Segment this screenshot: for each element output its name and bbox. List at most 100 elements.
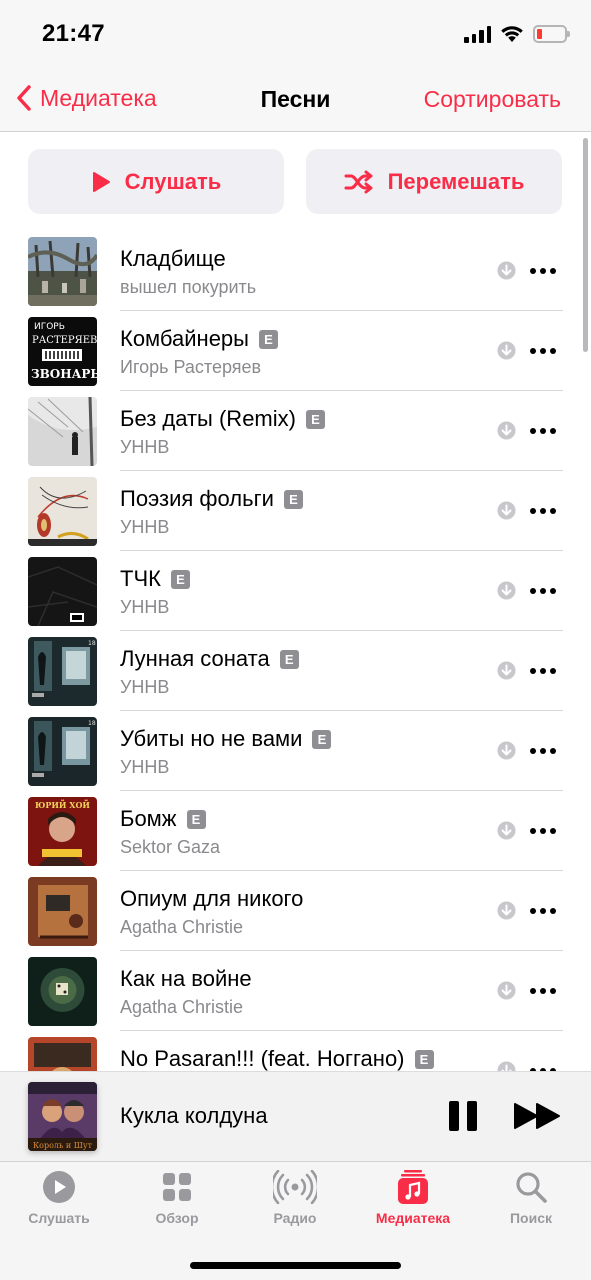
song-artist: Agatha Christie xyxy=(120,997,244,1017)
download-icon[interactable] xyxy=(497,581,516,600)
download-icon[interactable] xyxy=(497,1061,516,1071)
song-title: Опиум для никого xyxy=(120,886,304,911)
play-all-label: Слушать xyxy=(124,168,222,194)
download-icon[interactable] xyxy=(497,501,516,520)
more-options-icon[interactable] xyxy=(529,661,557,681)
album-artwork xyxy=(28,477,97,546)
album-artwork: ИГОРЬ РАСТЕРЯЕВ ЗВОНАРЬ xyxy=(28,317,97,386)
song-title-line: ТЧК E xyxy=(120,565,190,593)
song-artist: УННВ xyxy=(120,517,170,537)
explicit-badge: E xyxy=(279,649,299,669)
play-icon xyxy=(92,171,110,192)
more-options-icon[interactable] xyxy=(529,981,557,1001)
song-row[interactable]: ТЧК E УННВ xyxy=(0,551,591,631)
explicit-badge: E xyxy=(312,729,332,749)
tab-browse[interactable]: Обзор xyxy=(118,1170,236,1226)
wifi-icon xyxy=(501,26,523,42)
svg-text:РАСТЕРЯЕВ: РАСТЕРЯЕВ xyxy=(32,335,97,346)
explicit-badge: E xyxy=(414,1049,434,1069)
home-indicator[interactable] xyxy=(190,1262,401,1269)
song-title-line: Как на войне xyxy=(120,965,252,993)
download-icon[interactable] xyxy=(497,741,516,760)
svg-text:18: 18 xyxy=(88,640,96,647)
svg-text:ИГОРЬ: ИГОРЬ xyxy=(34,322,65,332)
song-artist: УННВ xyxy=(120,677,170,697)
song-title-line: Без даты (Remix) E xyxy=(120,405,325,433)
song-row[interactable]: ЮРИЙ ХОЙ Бомж E Sektor Gaza xyxy=(0,791,591,871)
tab-search[interactable]: Поиск xyxy=(472,1170,590,1226)
song-title: Бомж xyxy=(120,806,177,831)
song-title-line: No Pasaran!!! (feat. Ноггано) E xyxy=(120,1045,434,1071)
song-title-line: Лунная соната E xyxy=(120,645,299,673)
svg-text:ЮРИЙ ХОЙ: ЮРИЙ ХОЙ xyxy=(35,800,90,810)
next-track-icon[interactable] xyxy=(513,1101,563,1131)
song-artist: Agatha Christie xyxy=(120,917,244,937)
mini-player[interactable]: Король и Шут Кукла колдуна xyxy=(0,1071,591,1161)
song-row[interactable]: No Pasaran!!! (feat. Ноггано) E xyxy=(0,1031,591,1071)
song-title: Поэзия фольги xyxy=(120,486,274,511)
download-icon[interactable] xyxy=(497,421,516,440)
svg-text:18: 18 xyxy=(88,720,96,727)
song-title-line: Комбайнеры E xyxy=(120,325,278,353)
song-row[interactable]: ИГОРЬ РАСТЕРЯЕВ ЗВОНАРЬ Комбайнеры E Игорь … xyxy=(0,311,591,391)
download-icon[interactable] xyxy=(497,981,516,1000)
more-options-icon[interactable] xyxy=(529,1061,557,1071)
more-options-icon[interactable] xyxy=(529,501,557,521)
song-row[interactable]: Опиум для никого Agatha Christie xyxy=(0,871,591,951)
sort-button[interactable]: Сортировать xyxy=(424,86,561,113)
song-list: Кладбище вышел покурить ИГОРЬ РАСТЕРЯЕВ З… xyxy=(0,231,591,1071)
download-icon[interactable] xyxy=(497,821,516,840)
library-music-icon xyxy=(398,1170,428,1204)
more-options-icon[interactable] xyxy=(529,261,557,281)
song-title: ТЧК xyxy=(120,566,161,591)
pause-icon[interactable] xyxy=(446,1098,480,1134)
more-options-icon[interactable] xyxy=(529,581,557,601)
more-options-icon[interactable] xyxy=(529,741,557,761)
explicit-badge: E xyxy=(305,409,325,429)
tab-browse-label: Обзор xyxy=(155,1210,199,1226)
download-icon[interactable] xyxy=(497,661,516,680)
radio-waves-icon xyxy=(273,1170,317,1204)
download-icon[interactable] xyxy=(497,341,516,360)
shuffle-icon xyxy=(344,170,373,193)
song-title: No Pasaran!!! (feat. Ноггано) xyxy=(120,1046,405,1071)
song-title: Как на войне xyxy=(120,966,252,991)
more-options-icon[interactable] xyxy=(529,341,557,361)
song-title-line: Убиты но не вами E xyxy=(120,725,332,753)
battery-level xyxy=(537,28,542,39)
play-all-button[interactable]: Слушать xyxy=(28,149,284,214)
play-circle-icon xyxy=(43,1171,75,1203)
song-title: Без даты (Remix) xyxy=(120,406,296,431)
song-row[interactable]: Кладбище вышел покурить xyxy=(0,231,591,311)
tab-listen-label: Слушать xyxy=(28,1210,90,1226)
tab-library[interactable]: Медиатека xyxy=(354,1170,472,1226)
svg-text:ЗВОНАРЬ: ЗВОНАРЬ xyxy=(31,367,97,381)
now-playing-title: Кукла колдуна xyxy=(120,1103,268,1128)
shuffle-button[interactable]: Перемешать xyxy=(306,149,562,214)
status-icons xyxy=(464,24,570,43)
more-options-icon[interactable] xyxy=(529,421,557,441)
song-row[interactable]: 18 Лунная соната E УННВ xyxy=(0,631,591,711)
download-icon[interactable] xyxy=(497,901,516,920)
more-options-icon[interactable] xyxy=(529,821,557,841)
album-artwork: 18 xyxy=(28,637,97,706)
song-title: Комбайнеры xyxy=(120,326,249,351)
download-icon[interactable] xyxy=(497,261,516,280)
song-row[interactable]: 18 Убиты но не вами E УННВ xyxy=(0,711,591,791)
navigation-bar: Медиатека Песни Сортировать xyxy=(0,70,591,132)
tab-radio-label: Радио xyxy=(273,1210,317,1226)
tab-listen[interactable]: Слушать xyxy=(0,1170,118,1226)
song-row[interactable]: Без даты (Remix) E УННВ xyxy=(0,391,591,471)
explicit-badge: E xyxy=(170,569,190,589)
music-app: 21:47 Медиатека Песни Сортировать Слушат… xyxy=(0,0,591,1280)
more-options-icon[interactable] xyxy=(529,901,557,921)
album-artwork xyxy=(28,557,97,626)
song-title-line: Бомж E xyxy=(120,805,206,833)
song-title: Лунная соната xyxy=(120,646,270,671)
song-artist: УННВ xyxy=(120,437,170,457)
album-artwork xyxy=(28,1037,97,1071)
song-row[interactable]: Как на войне Agatha Christie xyxy=(0,951,591,1031)
tab-radio[interactable]: Радио xyxy=(236,1170,354,1226)
song-title-line: Поэзия фольги E xyxy=(120,485,303,513)
song-row[interactable]: Поэзия фольги E УННВ xyxy=(0,471,591,551)
